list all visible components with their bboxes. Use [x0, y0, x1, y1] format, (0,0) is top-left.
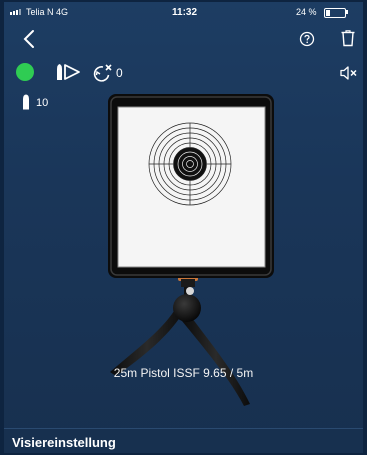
status-time: 11:32 [172, 7, 198, 18]
start-shooting-button[interactable] [55, 63, 81, 81]
connection-status-indicator[interactable] [16, 63, 34, 81]
chevron-left-icon [23, 30, 34, 48]
battery-tip [346, 10, 348, 14]
reset-shots-icon [93, 64, 112, 82]
back-button[interactable] [18, 28, 40, 50]
nav-bar [4, 22, 363, 56]
speaker-muted-icon [340, 66, 357, 80]
carrier-label: Telia N 4G [26, 7, 69, 17]
battery-percent: 24 % [296, 7, 317, 17]
app-screen: Telia N 4G 11:32 24 % 0 10 25m Pistol IS… [4, 2, 363, 453]
status-bar: Telia N 4G 11:32 24 % [4, 2, 363, 22]
delete-button[interactable] [339, 28, 357, 48]
target-frame [108, 94, 274, 278]
target-name-label: 25m Pistol ISSF 9.65 / 5m [113, 366, 254, 380]
reset-shots-button[interactable] [92, 62, 114, 84]
sight-adjustment-label: Visiereinstellung [12, 435, 116, 450]
sound-toggle-button[interactable] [340, 65, 358, 81]
question-circle-icon [299, 31, 315, 47]
shot-count: 0 [116, 66, 123, 80]
signal-strength-icon [10, 9, 21, 15]
battery-fill [326, 10, 330, 16]
tripod-stand [110, 273, 250, 406]
trash-icon [341, 30, 355, 47]
sight-adjustment-bar[interactable]: Visiereinstellung [4, 428, 363, 453]
bullet-play-icon [57, 64, 80, 80]
help-button[interactable] [298, 30, 316, 48]
session-toolbar: 0 [4, 60, 363, 86]
battery-icon [324, 8, 346, 18]
